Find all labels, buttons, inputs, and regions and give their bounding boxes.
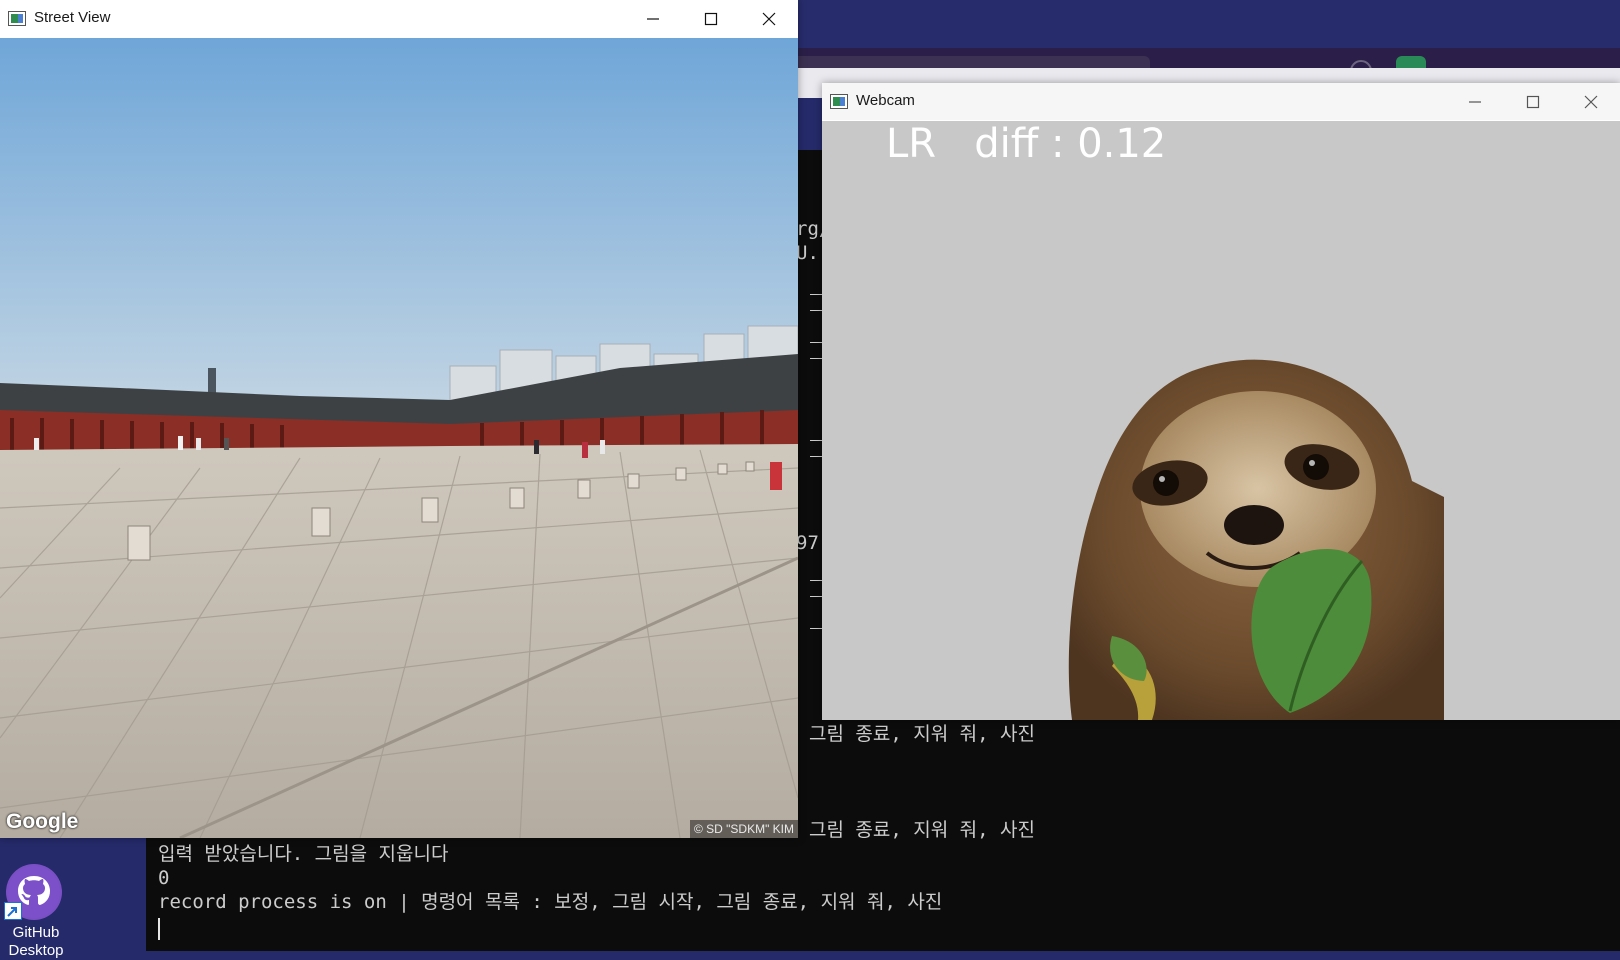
image-window-icon xyxy=(8,11,26,26)
close-icon xyxy=(762,12,776,26)
window-title: Webcam xyxy=(856,92,915,109)
terminal-ascii-line xyxy=(810,596,822,597)
terminal-ascii-line xyxy=(810,440,822,441)
terminal-line: 그림 종료, 지워 줘, 사진 xyxy=(809,819,1035,841)
window-title: Street View xyxy=(34,9,111,26)
terminal-ascii-line xyxy=(810,628,822,629)
close-icon xyxy=(1584,95,1598,109)
street-view-titlebar[interactable]: Street View xyxy=(0,0,798,37)
google-logo: Google xyxy=(6,810,79,833)
terminal-ascii-line xyxy=(810,310,822,311)
terminal-ascii-line xyxy=(810,342,822,343)
terminal-line: 0 xyxy=(158,867,170,889)
terminal-ascii-line xyxy=(810,358,822,359)
webcam-feed[interactable]: LR diff : 0.12 xyxy=(822,121,1620,720)
webcam-window[interactable]: Webcam LR diff : 0.12 xyxy=(822,83,1620,720)
terminal-line: record process is on | 명령어 목록 : 보정, 그림 시… xyxy=(158,891,943,913)
street-view-window[interactable]: Street View Google © SD "SDKM" KIM xyxy=(0,0,798,838)
terminal-ascii-line xyxy=(810,456,822,457)
terminal-line: 그림 종료, 지워 줘, 사진 xyxy=(809,723,1035,745)
maximize-icon xyxy=(704,12,718,26)
close-button[interactable] xyxy=(740,0,798,37)
desktop-icon-github[interactable]: GitHub Desktop xyxy=(0,860,72,959)
minimize-button[interactable] xyxy=(624,0,682,37)
terminal-cursor xyxy=(158,918,160,940)
copyright-label: © SD "SDKM" KIM xyxy=(689,820,798,838)
desktop-icon-label: GitHub xyxy=(12,924,60,941)
maximize-button[interactable] xyxy=(1504,83,1562,120)
image-window-icon xyxy=(830,94,848,109)
close-button[interactable] xyxy=(1562,83,1620,120)
terminal-ascii-line xyxy=(810,580,822,581)
maximize-icon xyxy=(1526,95,1540,109)
shortcut-arrow-icon xyxy=(4,902,22,920)
sloth-image xyxy=(1068,359,1444,720)
minimize-button[interactable] xyxy=(1446,83,1504,120)
terminal-ascii-line xyxy=(810,294,822,295)
minimize-icon xyxy=(1469,101,1481,103)
minimize-icon xyxy=(647,18,659,20)
maximize-button[interactable] xyxy=(682,0,740,37)
terminal-line: 입력 받았습니다. 그림을 지웁니다 xyxy=(158,843,449,865)
terminal-fragment: U. xyxy=(796,242,819,264)
street-view-image[interactable]: Google © SD "SDKM" KIM xyxy=(0,38,798,838)
webcam-titlebar[interactable]: Webcam xyxy=(822,83,1620,120)
